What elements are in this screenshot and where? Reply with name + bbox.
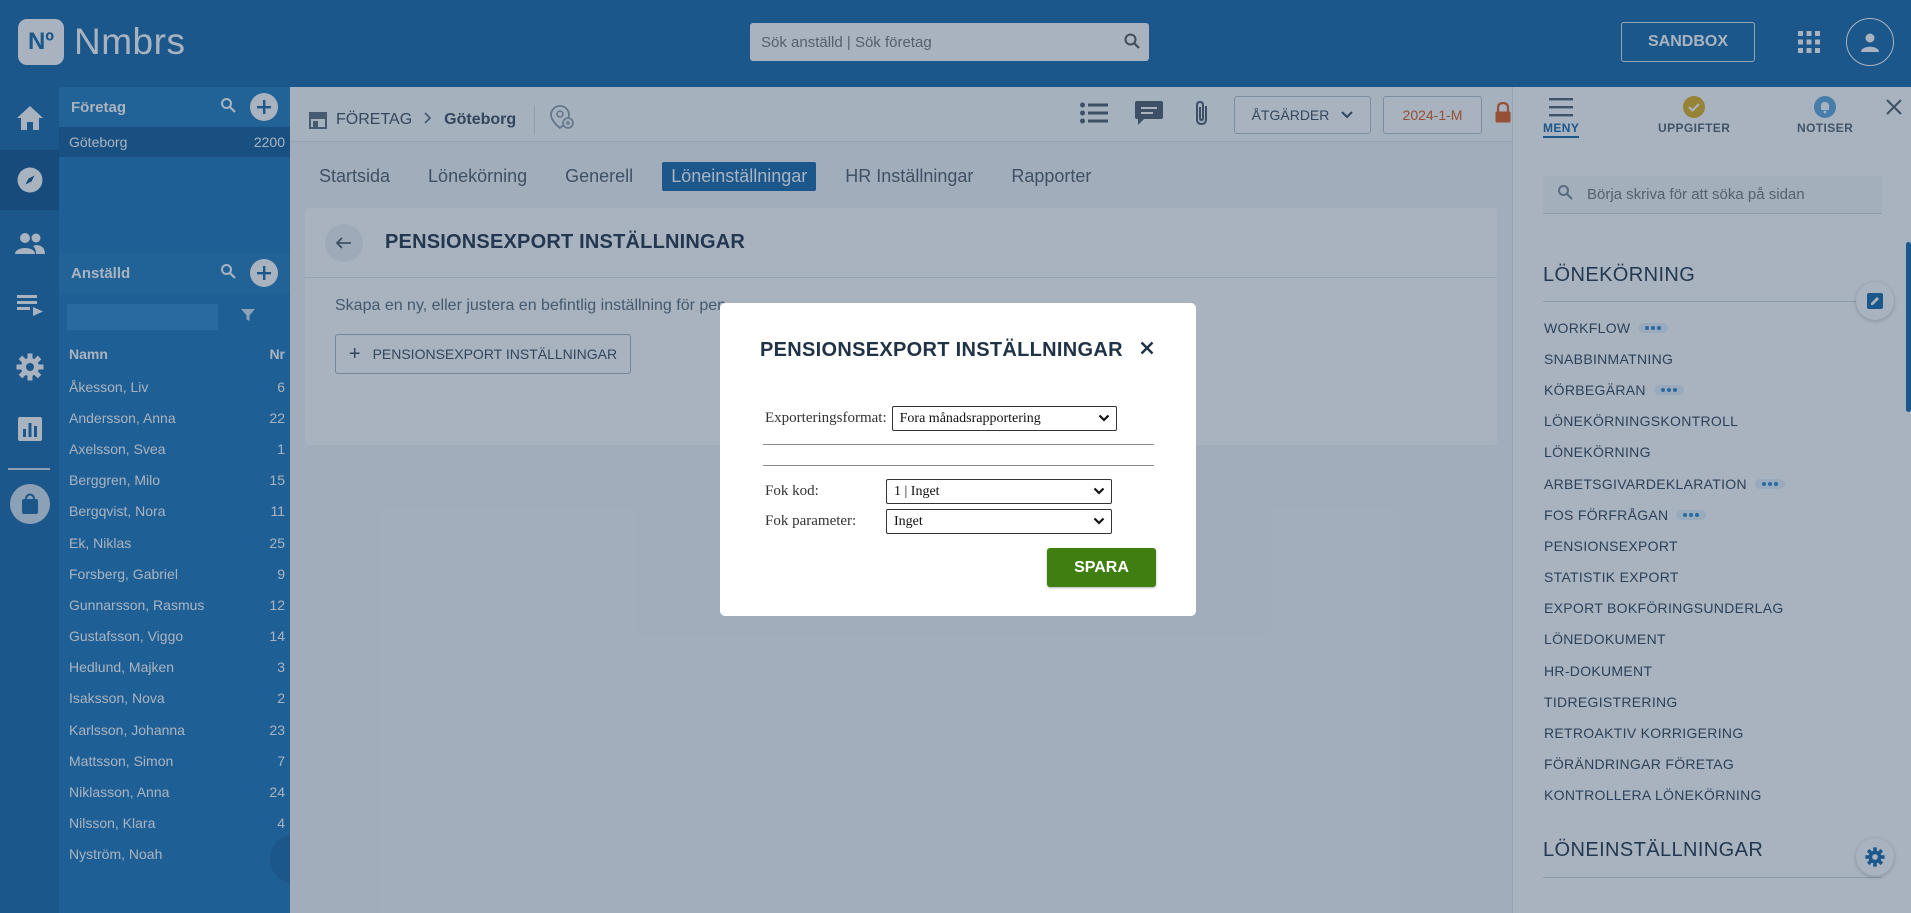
- fok-parameter-value: Inget: [894, 513, 923, 529]
- export-format-row: Exporteringsformat: Fora månadsrapporter…: [765, 406, 1117, 431]
- pension-export-modal: PENSIONSEXPORT INSTÄLLNINGAR Exportering…: [720, 303, 1196, 616]
- fok-code-select[interactable]: 1 | Inget: [886, 479, 1112, 504]
- fok-code-row: Fok kod: 1 | Inget: [765, 479, 1112, 504]
- fok-code-value: 1 | Inget: [894, 483, 940, 499]
- fok-parameter-label: Fok parameter:: [765, 513, 857, 529]
- export-format-label: Exporteringsformat:: [765, 410, 887, 426]
- chevron-down-icon: [1093, 517, 1105, 525]
- fok-code-label: Fok kod:: [765, 483, 819, 499]
- close-icon[interactable]: [1140, 341, 1154, 360]
- export-format-select[interactable]: Fora månadsrapportering: [891, 406, 1117, 431]
- modal-divider: [763, 444, 1154, 445]
- modal-title: PENSIONSEXPORT INSTÄLLNINGAR: [760, 339, 1123, 361]
- fok-parameter-row: Fok parameter: Inget: [765, 509, 1112, 534]
- save-button[interactable]: SPARA: [1047, 548, 1156, 587]
- export-format-value: Fora månadsrapportering: [899, 410, 1041, 426]
- fok-parameter-select[interactable]: Inget: [886, 509, 1112, 534]
- chevron-down-icon: [1093, 487, 1105, 495]
- modal-divider: [763, 465, 1154, 466]
- chevron-down-icon: [1098, 414, 1109, 422]
